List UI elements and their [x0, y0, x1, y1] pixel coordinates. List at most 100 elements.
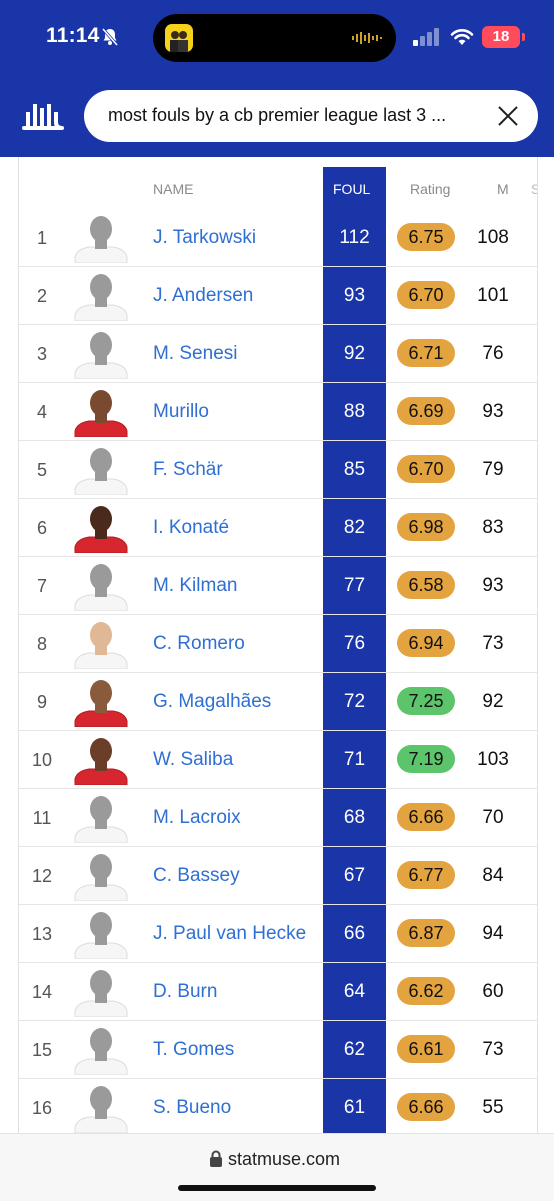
player-name-link[interactable]: M. Kilman	[153, 575, 237, 597]
dynamic-island	[153, 14, 396, 62]
rank-cell: 11	[32, 808, 52, 828]
search-input[interactable]: most fouls by a cb premier league last 3…	[108, 105, 484, 126]
foul-cell: 71	[343, 749, 366, 770]
matches-cell: 94	[482, 923, 504, 944]
foul-cell: 72	[343, 691, 366, 712]
matches-cell: 108	[477, 227, 509, 248]
player-name-link[interactable]: W. Saliba	[153, 749, 233, 771]
rank-cell: 13	[31, 924, 53, 944]
player-name-link[interactable]: D. Burn	[153, 981, 217, 1003]
rating-badge: 6.70	[397, 281, 455, 309]
matches-cell: 73	[482, 633, 504, 654]
cellular-signal-icon	[413, 28, 441, 51]
foul-cell: 85	[343, 459, 366, 480]
player-avatar	[71, 329, 131, 380]
table-row[interactable]: 10 W. Saliba 71 7.19 103	[19, 731, 537, 789]
table-row[interactable]: 16 S. Bueno 61 6.66 55	[19, 1079, 537, 1133]
status-time: 11:14	[46, 24, 100, 47]
rank-cell: 6	[36, 518, 47, 538]
header-m[interactable]: M	[497, 181, 509, 197]
search-bar[interactable]: most fouls by a cb premier league last 3…	[84, 90, 538, 142]
player-avatar	[71, 1025, 131, 1076]
table-row[interactable]: 15 T. Gomes 62 6.61 73	[19, 1021, 537, 1079]
rank-cell: 15	[31, 1040, 53, 1060]
matches-cell: 84	[482, 865, 504, 886]
rating-badge: 6.58	[397, 571, 455, 599]
rating-badge: 6.69	[397, 397, 455, 425]
table-row[interactable]: 3 M. Senesi 92 6.71 76	[19, 325, 537, 383]
table-row[interactable]: 4 Murillo 88 6.69 93	[19, 383, 537, 441]
matches-cell: 83	[482, 517, 504, 538]
table-row[interactable]: 1 J. Tarkowski 112 6.75 108	[19, 209, 537, 267]
table-row[interactable]: 12 C. Bassey 67 6.77 84	[19, 847, 537, 905]
table-row[interactable]: 11 M. Lacroix 68 6.66 70	[19, 789, 537, 847]
statmuse-logo-icon[interactable]	[22, 102, 64, 137]
matches-cell: 73	[482, 1039, 504, 1060]
foul-cell: 77	[343, 575, 366, 596]
table-row[interactable]: 8 C. Romero 76 6.94 73	[19, 615, 537, 673]
header-foul[interactable]: FOUL	[333, 181, 370, 197]
matches-cell: 76	[482, 343, 504, 364]
home-indicator[interactable]	[178, 1185, 376, 1191]
player-name-link[interactable]: C. Romero	[153, 633, 245, 655]
player-name-link[interactable]: F. Schär	[153, 459, 223, 481]
rank-cell: 3	[36, 344, 47, 364]
player-avatar	[71, 561, 131, 612]
rating-badge: 6.62	[397, 977, 455, 1005]
player-name-link[interactable]: T. Gomes	[153, 1039, 234, 1061]
rating-badge: 6.70	[397, 455, 455, 483]
rank-cell: 5	[36, 460, 47, 480]
matches-cell: 60	[482, 981, 504, 1002]
browser-address-bar[interactable]: statmuse.com	[0, 1133, 554, 1201]
matches-cell: 55	[482, 1097, 504, 1118]
player-name-link[interactable]: C. Bassey	[153, 865, 240, 887]
battery-tip	[522, 33, 525, 41]
table-row[interactable]: 5 F. Schär 85 6.70 79	[19, 441, 537, 499]
table-row[interactable]: 14 D. Burn 64 6.62 60	[19, 963, 537, 1021]
header-name[interactable]: NAME	[153, 181, 193, 197]
player-name-link[interactable]: J. Tarkowski	[153, 227, 256, 249]
rank-cell: 14	[31, 982, 53, 1002]
foul-cell: 82	[343, 517, 366, 538]
lock-icon	[209, 1150, 223, 1173]
player-name-link[interactable]: I. Konaté	[153, 517, 229, 539]
header-extra[interactable]: S	[531, 181, 537, 197]
rating-badge: 6.71	[397, 339, 455, 367]
player-avatar	[71, 271, 131, 322]
rank-cell: 16	[31, 1098, 53, 1118]
table-row[interactable]: 9 G. Magalhães 72 7.25 92	[19, 673, 537, 731]
rating-badge: 6.66	[397, 1093, 455, 1121]
player-name-link[interactable]: S. Bueno	[153, 1097, 231, 1119]
player-name-link[interactable]: M. Senesi	[153, 343, 237, 365]
player-name-link[interactable]: J. Andersen	[153, 285, 253, 307]
player-avatar	[71, 735, 131, 786]
table-row[interactable]: 6 I. Konaté 82 6.98 83	[19, 499, 537, 557]
player-name-link[interactable]: Murillo	[153, 401, 209, 423]
bell-muted-icon	[100, 27, 120, 52]
matches-cell: 92	[482, 691, 504, 712]
url-text[interactable]: statmuse.com	[228, 1149, 340, 1170]
table-row[interactable]: 13 J. Paul van Hecke 66 6.87 94	[19, 905, 537, 963]
player-name-link[interactable]: M. Lacroix	[153, 807, 241, 829]
player-name-link[interactable]: J. Paul van Hecke	[153, 923, 306, 945]
foul-cell: 93	[343, 285, 366, 306]
player-avatar	[71, 677, 131, 728]
foul-cell: 62	[343, 1039, 366, 1060]
header-rating[interactable]: Rating	[410, 181, 450, 197]
player-avatar	[71, 387, 131, 438]
rank-cell: 1	[36, 228, 47, 248]
rating-badge: 6.61	[397, 1035, 455, 1063]
matches-cell: 101	[477, 285, 509, 306]
table-row[interactable]: 7 M. Kilman 77 6.58 93	[19, 557, 537, 615]
player-name-link[interactable]: G. Magalhães	[153, 691, 271, 713]
foul-cell: 66	[343, 923, 366, 944]
foul-cell: 76	[343, 633, 366, 654]
rating-badge: 6.66	[397, 803, 455, 831]
foul-cell: 112	[339, 227, 370, 248]
player-avatar	[71, 909, 131, 960]
player-avatar	[71, 619, 131, 670]
table-row[interactable]: 2 J. Andersen 93 6.70 101	[19, 267, 537, 325]
player-avatar	[71, 503, 131, 554]
close-icon[interactable]	[496, 104, 520, 133]
player-avatar	[71, 445, 131, 496]
